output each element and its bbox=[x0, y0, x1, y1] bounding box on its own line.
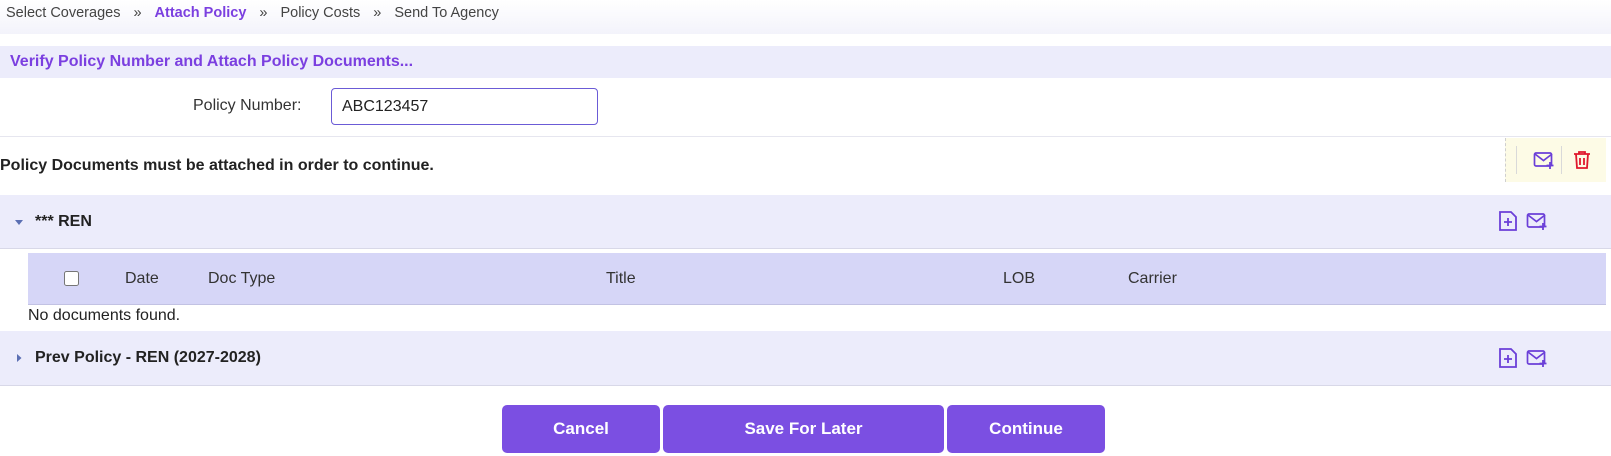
column-header-lob[interactable]: LOB bbox=[1003, 253, 1035, 305]
column-header-doc-type[interactable]: Doc Type bbox=[208, 253, 275, 305]
caret-down-icon[interactable] bbox=[12, 215, 26, 229]
email-add-icon[interactable] bbox=[1525, 346, 1549, 370]
divider bbox=[0, 136, 1611, 137]
column-header-carrier[interactable]: Carrier bbox=[1128, 253, 1177, 305]
breadcrumb-policy-costs[interactable]: Policy Costs bbox=[280, 5, 360, 21]
policy-number-input[interactable] bbox=[331, 88, 598, 125]
add-document-icon[interactable] bbox=[1496, 346, 1520, 370]
breadcrumb-separator: » bbox=[259, 5, 268, 21]
documents-table-header: Date Doc Type Title LOB Carrier bbox=[28, 253, 1606, 305]
divider bbox=[1561, 146, 1562, 174]
breadcrumb-separator: » bbox=[373, 5, 382, 21]
continue-button[interactable]: Continue bbox=[947, 405, 1105, 453]
attach-required-notice: Policy Documents must be attached in ord… bbox=[0, 157, 434, 174]
select-all-checkbox[interactable] bbox=[64, 271, 79, 286]
policy-number-label: Policy Number: bbox=[193, 97, 302, 114]
group-title: Prev Policy - REN (2027-2028) bbox=[35, 349, 261, 366]
breadcrumb-send-to-agency[interactable]: Send To Agency bbox=[394, 5, 499, 21]
caret-right-icon[interactable] bbox=[12, 351, 26, 365]
top-bar: Select Coverages » Attach Policy » Polic… bbox=[0, 0, 1611, 34]
top-actions-panel bbox=[1505, 138, 1606, 182]
save-for-later-button[interactable]: Save For Later bbox=[663, 405, 944, 453]
breadcrumb-separator: » bbox=[133, 5, 142, 21]
divider bbox=[1516, 146, 1517, 174]
group-row-ren[interactable]: *** REN bbox=[0, 195, 1611, 249]
breadcrumb: Select Coverages » Attach Policy » Polic… bbox=[6, 5, 499, 21]
section-title: Verify Policy Number and Attach Policy D… bbox=[0, 46, 1611, 78]
email-add-icon[interactable] bbox=[1532, 148, 1556, 172]
add-document-icon[interactable] bbox=[1496, 209, 1520, 233]
trash-icon[interactable] bbox=[1570, 148, 1594, 172]
breadcrumb-select-coverages[interactable]: Select Coverages bbox=[6, 5, 120, 21]
column-header-title[interactable]: Title bbox=[606, 253, 636, 305]
group-row-prev-policy[interactable]: Prev Policy - REN (2027-2028) bbox=[0, 331, 1611, 386]
email-add-icon[interactable] bbox=[1525, 209, 1549, 233]
breadcrumb-attach-policy[interactable]: Attach Policy bbox=[155, 5, 247, 21]
cancel-button[interactable]: Cancel bbox=[502, 405, 660, 453]
empty-table-message: No documents found. bbox=[28, 307, 181, 324]
column-header-date[interactable]: Date bbox=[125, 253, 159, 305]
group-title: *** REN bbox=[35, 213, 92, 230]
